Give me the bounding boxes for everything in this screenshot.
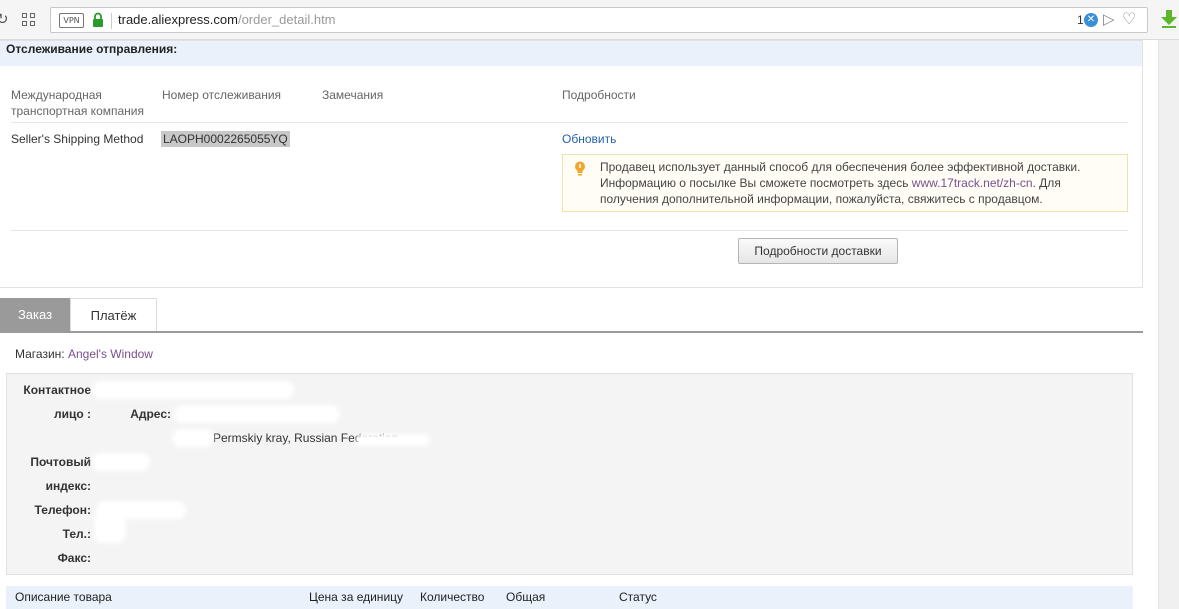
column-header-details: Подробности [562,88,636,102]
redacted-city [175,432,211,444]
redacted-address-end [359,437,427,443]
column-header-tracking-number: Номер отслеживания [162,88,282,102]
page-scrollbar[interactable] [1158,40,1179,609]
fax-label: Факс: [57,551,91,565]
column-header-status: Статус [619,590,657,604]
tracking-panel: Отслеживание отправления: Международная … [0,40,1143,288]
postal-label: Почтовый [30,455,91,469]
shop-label: Магазин: [15,347,65,361]
send-icon[interactable]: ▷ [1103,10,1115,28]
contact-label-cont: лицо : [53,407,91,421]
reload-icon[interactable]: ↻ [0,10,9,28]
column-header-company: Международная транспортная компания [11,88,144,118]
divider [11,122,1128,123]
delivery-details-button[interactable]: Подробности доставки [738,238,898,264]
tracking-number[interactable]: LAOPH0002265055YQ [161,131,290,147]
tab-order[interactable]: Заказ [0,298,70,331]
extension-close-icon[interactable]: ✕ [1084,13,1098,27]
contact-info-panel: Контактное лицо : Адрес: Permskiy kray, … [6,373,1133,575]
shop-link[interactable]: Angel's Window [68,347,153,361]
divider [11,230,1128,231]
column-header-unit-price: Цена за единицу [309,590,404,604]
column-header-notes: Замечания [322,88,384,102]
lightbulb-icon [575,161,585,176]
phone-label: Телефон: [34,503,91,517]
tel-label: Тел.: [62,527,91,541]
column-header-description: Описание товара [15,590,112,604]
shipping-notice: Продавец использует данный способ для об… [562,154,1128,212]
redacted-name [95,384,291,396]
column-header-total: Общая [506,590,546,604]
shop-line: Магазин: Angel's Window [15,347,153,361]
shipping-company: Seller's Shipping Method [11,132,144,146]
url-text[interactable]: trade.aliexpress.com/order_detail.htm [118,12,336,27]
column-header-quantity: Количество [420,590,485,604]
redacted-tel [97,514,123,540]
tracking-title: Отслеживание отправления: [0,41,1142,66]
heart-icon[interactable]: ♡ [1122,9,1136,29]
update-link[interactable]: Обновить [562,132,616,146]
address-bar[interactable]: VPN trade.aliexpress.com/order_detail.ht… [50,7,1148,33]
download-icon[interactable] [1160,9,1178,29]
track-link[interactable]: www.17track.net/zh-cn [912,176,1033,190]
notice-text: Продавец использует данный способ для об… [600,160,1081,206]
browser-toolbar: ↻ VPN trade.aliexpress.com/order_detail.… [0,0,1179,40]
postal-label-cont: индекс: [45,479,91,493]
tab-payment[interactable]: Платёж [70,298,157,331]
contact-label: Контактное [23,383,91,397]
address-label: Адрес: [130,407,171,421]
redacted-postal [95,456,147,468]
url-separator [111,13,112,29]
redacted-address [177,408,337,420]
extension-count: 1 [1077,13,1084,27]
products-table-header: Описание товара Цена за единицу Количест… [6,586,1133,609]
speed-dial-icon[interactable] [22,13,35,26]
vpn-badge[interactable]: VPN [59,13,84,28]
order-tabs: Заказ Платёж [0,298,1143,333]
lock-icon[interactable] [92,12,104,28]
